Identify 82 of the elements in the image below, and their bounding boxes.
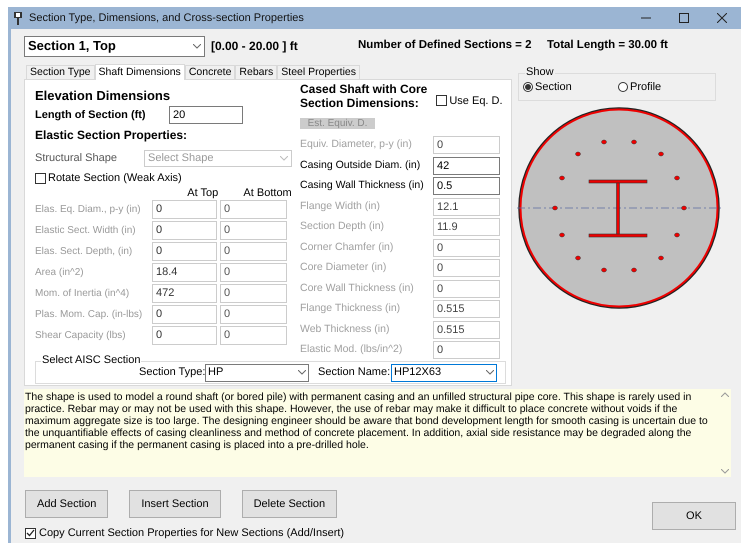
radio-option[interactable]: Profile [618, 79, 662, 96]
chevron-down-icon [486, 370, 494, 375]
field-label: Elastic Sect. Width (in) [35, 224, 137, 238]
section-heading: Section Dimensions: [300, 96, 420, 110]
defined-sections-count: Number of Defined Sections = 2 [358, 38, 532, 54]
field-label: Web Thickness (in) [300, 322, 390, 337]
radio-option[interactable]: Section [523, 79, 618, 96]
column-header: At Top [186, 186, 220, 198]
action-button[interactable]: Delete Section [242, 490, 338, 518]
input-field[interactable]: 18.4 [152, 262, 217, 282]
tab[interactable]: Section Type [26, 65, 95, 79]
checkmark-icon [26, 529, 35, 538]
checkbox-label: Copy Current Section Properties for New Sections (Add/Insert) [39, 526, 344, 541]
input-field[interactable]: 472 [152, 284, 217, 302]
checkbox[interactable] [35, 172, 46, 184]
section-range: [0.00 - 20.00 ] ft [211, 38, 299, 55]
field-label: Plas. Mom. Cap. (in-lbs) [35, 308, 144, 322]
group-legend: Show [525, 66, 555, 78]
section-heading: Cased Shaft with Core [300, 82, 428, 96]
description-text: The shape is used to model a round shaft (or bored pile) with permanent casing and an unfilled structural pipe core. This shape is rarely used in practice. Rebar may or may not be used with this shape. However, the use of rebar may make it difficult to place concrete without voids if the maximum aggregate size is too large. The designing engineer should be aware that bond development length for smooth casing is uncertain due to the unquantifiable effects of casing cleanliness and method of concrete placement. In addition, axial side resistance may be degraded along the permanent casing if the permanent casing is placed into a pre-drilled hole. [24, 390, 709, 453]
input-field[interactable]: 42 [433, 156, 500, 175]
field-label: Area (in^2) [35, 266, 85, 280]
tab[interactable]: Shaft Dimensions [94, 64, 185, 80]
input-field[interactable]: 0 [152, 220, 217, 240]
checkbox-label: Use Eq. D. [449, 94, 503, 108]
field-label: Core Wall Thickness (in) [300, 280, 415, 296]
input-field[interactable]: 0 [220, 200, 287, 218]
window-title: Section Type, Dimensions, and Cross-section Properties [29, 10, 304, 26]
field-label: Core Diameter (in) [300, 260, 388, 276]
field-label: Mom. of Inertia (in^4) [35, 286, 130, 300]
checkbox[interactable] [25, 528, 36, 539]
input-field[interactable]: 0 [152, 304, 217, 324]
close-icon[interactable] [717, 13, 727, 23]
field-label: Elastic Mod. (lbs/in^2) [300, 342, 404, 358]
tab[interactable]: Rebars [235, 65, 278, 79]
field-label: Length of Section (ft) [35, 108, 147, 123]
chevron-down-icon [298, 370, 306, 375]
ok-button[interactable]: OK [652, 502, 736, 530]
section-type-dropdown[interactable]: HP [205, 364, 309, 382]
chevron-down-icon [193, 44, 201, 48]
input-field[interactable]: 0 [220, 242, 287, 260]
action-button[interactable]: Insert Section [129, 490, 221, 518]
input-field[interactable]: 0 [152, 200, 217, 218]
field-label: Structural Shape [35, 151, 118, 166]
field-label: Shear Capacity (lbs) [35, 328, 127, 342]
tab[interactable]: Concrete [184, 65, 236, 79]
action-button[interactable]: Add Section [25, 490, 108, 518]
input-field[interactable]: 0.5 [433, 177, 500, 196]
total-length: Total Length = 30.00 ft [547, 38, 668, 54]
input-field[interactable]: 0 [152, 242, 217, 260]
field-label: Section Name: [318, 365, 391, 380]
input-field[interactable]: 0 [220, 220, 287, 240]
app-icon [13, 12, 23, 24]
field-label: Equiv. Diameter, p-y (in) [300, 137, 413, 152]
chevron-down-icon [280, 156, 288, 161]
input-field[interactable]: 0 [220, 304, 287, 324]
field-label: Elas. Eq. Diam., p-y (in) [35, 202, 142, 216]
field-label: Flange Width (in) [300, 198, 381, 214]
field-label: Section Type: [139, 365, 205, 380]
input-field[interactable]: 0 [220, 326, 287, 344]
section-name-dropdown[interactable]: HP12X63 [391, 364, 497, 382]
section-dropdown[interactable]: Section 1, Top [24, 36, 205, 56]
maximize-icon[interactable] [679, 13, 689, 23]
field-label: Section Depth (in) [300, 219, 386, 234]
field-label: Flange Thickness (in) [300, 301, 402, 316]
tab[interactable]: Steel Properties [277, 65, 360, 79]
input-field[interactable]: 0 [152, 326, 217, 344]
checkbox-label: Rotate Section (Weak Axis) [48, 171, 182, 186]
field-label: Casing Wall Thickness (in) [300, 178, 425, 194]
section-heading: Elastic Section Properties: [35, 128, 188, 143]
input-field[interactable]: 20 [169, 106, 243, 124]
field-label: Casing Outside Diam. (in) [300, 158, 422, 173]
scroll-down-icon[interactable] [721, 469, 729, 474]
field-label: Corner Chamfer (in) [300, 240, 394, 255]
input-field[interactable]: 0 [220, 284, 287, 302]
checkbox[interactable] [436, 95, 448, 106]
column-header: At Bottom [242, 186, 293, 198]
section-heading: Elevation Dimensions [35, 88, 172, 103]
field-label: Elas. Sect. Depth, (in) [35, 244, 134, 258]
group-legend: Select AISC Section [41, 354, 142, 366]
scroll-up-icon[interactable] [721, 392, 729, 397]
input-field[interactable]: 0 [220, 262, 287, 282]
